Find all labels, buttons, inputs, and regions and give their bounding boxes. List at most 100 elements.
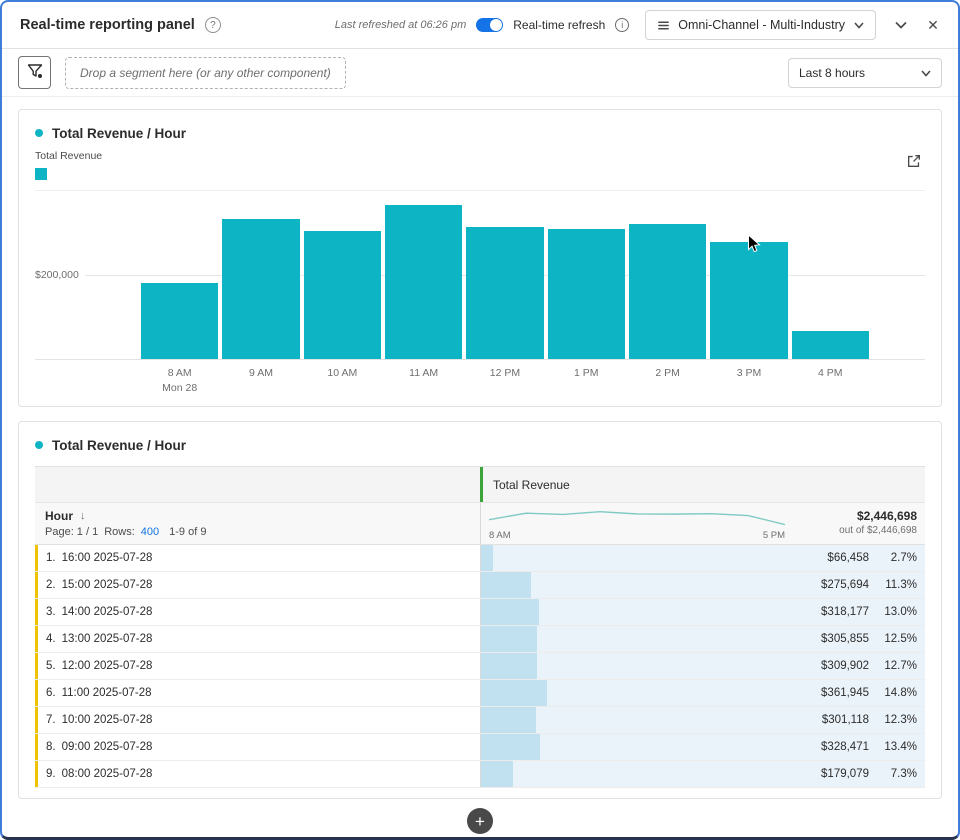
metric-column-header[interactable]: Total Revenue — [480, 467, 925, 502]
sparkline-end-label: 5 PM — [762, 530, 785, 541]
table-metric-header-row: Total Revenue — [35, 466, 925, 503]
metric-value: $305,855 — [821, 633, 869, 645]
realtime-refresh-toggle[interactable] — [476, 18, 504, 32]
row-hour-value: 09:00 2025-07-28 — [61, 741, 153, 753]
dimension-cell[interactable]: 4. 13:00 2025-07-28 — [35, 626, 480, 652]
info-icon[interactable]: i — [615, 18, 630, 32]
row-number: 5. — [46, 660, 56, 672]
dimension-cell[interactable]: 7. 10:00 2025-07-28 — [35, 707, 480, 733]
table-row[interactable]: 9. 08:00 2025-07-28 $179,079 7.3% — [35, 761, 925, 788]
row-hour-value: 14:00 2025-07-28 — [61, 606, 153, 618]
metric-percent: 12.5% — [884, 633, 917, 645]
legend-label: Total Revenue — [35, 150, 103, 162]
dimension-cell[interactable]: 3. 14:00 2025-07-28 — [35, 599, 480, 625]
metric-header-label: Total Revenue — [493, 477, 570, 492]
table-row[interactable]: 6. 11:00 2025-07-28 $361,945 14.8% — [35, 680, 925, 707]
chart-plot-area: $200,000 — [35, 190, 925, 360]
rows-label: Rows: — [104, 526, 135, 538]
metric-value: $179,079 — [821, 768, 869, 780]
dimension-cell[interactable]: 5. 12:00 2025-07-28 — [35, 653, 480, 679]
metric-summary-cell: 8 AM 5 PM $2,446,698 out of $2,446,698 — [480, 503, 925, 544]
metric-bar — [481, 626, 537, 652]
viz-color-dot — [35, 441, 43, 449]
metric-value: $301,118 — [821, 714, 869, 726]
dimension-header-label[interactable]: Hour — [45, 509, 73, 523]
metric-bar — [481, 572, 532, 598]
chart-bar[interactable] — [710, 242, 788, 359]
reporting-panel-window: Real-time reporting panel ? Last refresh… — [0, 0, 960, 840]
chevron-down-icon — [921, 66, 931, 80]
export-icon[interactable] — [903, 150, 925, 172]
metric-percent: 13.0% — [884, 606, 917, 618]
row-number: 6. — [46, 687, 56, 699]
funnel-icon — [26, 62, 44, 83]
table-row[interactable]: 5. 12:00 2025-07-28 $309,902 12.7% — [35, 653, 925, 680]
dimension-cell[interactable]: 2. 15:00 2025-07-28 — [35, 572, 480, 598]
time-range-dropdown[interactable]: Last 8 hours — [788, 57, 942, 88]
segment-filter-button[interactable] — [18, 56, 51, 89]
rows-count-link[interactable]: 400 — [141, 526, 159, 538]
filter-bar: Drop a segment here (or any other compon… — [2, 49, 958, 97]
metric-bar — [481, 761, 514, 787]
chart-bar[interactable] — [628, 224, 707, 359]
last-refreshed-text: Last refreshed at 06:26 pm — [334, 19, 467, 31]
sparkline-svg — [489, 511, 785, 526]
row-number: 1. — [46, 552, 56, 564]
chart-bar[interactable] — [303, 231, 381, 359]
table-row[interactable]: 3. 14:00 2025-07-28 $318,177 13.0% — [35, 599, 925, 626]
table-card-title: Total Revenue / Hour — [35, 434, 925, 456]
x-axis-label: 9 AM — [249, 367, 273, 379]
metric-cell: $305,855 12.5% — [480, 626, 925, 652]
metric-percent: 11.3% — [885, 579, 917, 591]
collapse-panel-chevron-icon[interactable] — [890, 14, 912, 36]
metric-bar — [481, 599, 539, 625]
panel-header: Real-time reporting panel ? Last refresh… — [2, 2, 958, 49]
metric-value: $66,458 — [827, 552, 869, 564]
dimension-cell[interactable]: 6. 11:00 2025-07-28 — [35, 680, 480, 706]
close-icon[interactable]: ✕ — [922, 14, 944, 36]
metric-bar — [481, 545, 493, 571]
dimension-cell[interactable]: 1. 16:00 2025-07-28 — [35, 545, 480, 571]
dimension-cell[interactable]: 8. 09:00 2025-07-28 — [35, 734, 480, 760]
bar-series — [141, 190, 869, 359]
y-axis-tick-label: $200,000 — [35, 268, 85, 281]
help-icon[interactable]: ? — [204, 17, 221, 33]
metric-cell: $66,458 2.7% — [480, 545, 925, 571]
row-range-label: 1-9 of 9 — [169, 526, 207, 538]
chart-card: Total Revenue / Hour Total Revenue $200,… — [18, 109, 942, 407]
row-hour-value: 10:00 2025-07-28 — [61, 714, 153, 726]
chevron-down-icon — [853, 19, 865, 31]
row-number: 4. — [46, 633, 56, 645]
table-row[interactable]: 8. 09:00 2025-07-28 $328,471 13.4% — [35, 734, 925, 761]
report-suite-dropdown[interactable]: Omni-Channel - Multi-Industry — [645, 10, 876, 40]
x-axis-label: 4 PM — [818, 367, 843, 379]
chart-bar[interactable] — [547, 229, 625, 359]
chart-bar[interactable] — [384, 205, 463, 359]
chart-bar[interactable] — [791, 331, 869, 359]
table-subheader-row: Hour ↓ Page: 1 / 1 Rows: 400 1-9 of 9 8 … — [35, 503, 925, 545]
table-row[interactable]: 2. 15:00 2025-07-28 $275,694 11.3% — [35, 572, 925, 599]
add-button[interactable]: + — [467, 808, 493, 834]
metric-percent: 12.7% — [884, 660, 917, 672]
pagination-label: Page: 1 / 1 — [45, 526, 99, 538]
row-hour-value: 15:00 2025-07-28 — [61, 579, 153, 591]
realtime-refresh-label: Real-time refresh — [513, 18, 606, 32]
table-row[interactable]: 7. 10:00 2025-07-28 $301,118 12.3% — [35, 707, 925, 734]
chart-bar[interactable] — [466, 227, 544, 359]
segment-dropzone[interactable]: Drop a segment here (or any other compon… — [65, 56, 346, 89]
dimension-cell[interactable]: 9. 08:00 2025-07-28 — [35, 761, 480, 787]
metric-value: $275,694 — [821, 579, 869, 591]
legend-swatch[interactable] — [35, 168, 47, 180]
panel-body: Total Revenue / Hour Total Revenue $200,… — [2, 97, 958, 837]
table-row[interactable]: 1. 16:00 2025-07-28 $66,458 2.7% — [35, 545, 925, 572]
mouse-cursor — [747, 233, 761, 259]
metric-percent: 12.3% — [884, 714, 917, 726]
chart-bar[interactable] — [141, 283, 219, 359]
table-row[interactable]: 4. 13:00 2025-07-28 $305,855 12.5% — [35, 626, 925, 653]
metric-cell: $309,902 12.7% — [480, 653, 925, 679]
metric-cell: $361,945 14.8% — [480, 680, 925, 706]
chart-bar[interactable] — [222, 219, 300, 359]
page-title: Real-time reporting panel — [20, 17, 195, 33]
row-number: 2. — [46, 579, 56, 591]
sort-descending-icon[interactable]: ↓ — [80, 510, 86, 522]
